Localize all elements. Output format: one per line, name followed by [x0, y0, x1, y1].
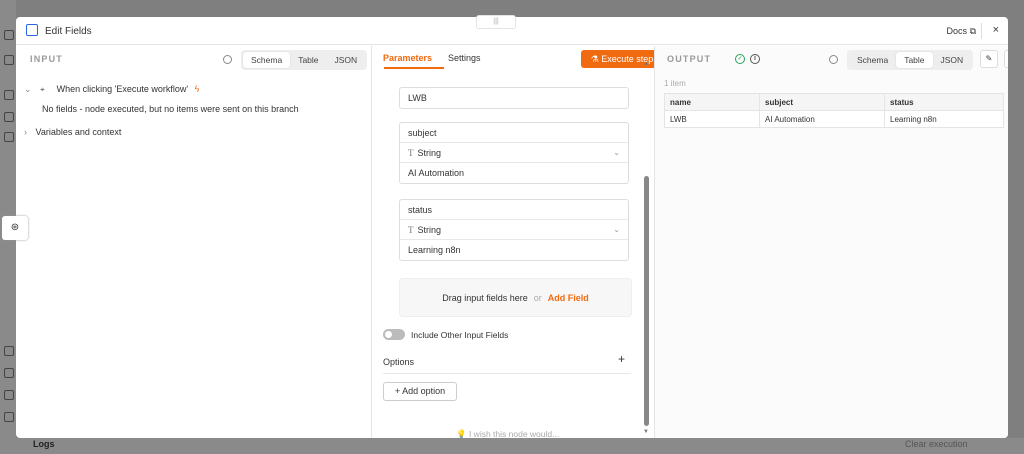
active-tab-underline	[384, 67, 444, 69]
type-text-icon: T	[408, 148, 414, 158]
scroll-up-arrow[interactable]: ▲	[643, 61, 649, 67]
output-tab-json[interactable]: JSON	[933, 52, 972, 68]
pin-data-button[interactable]: ⚲	[1004, 50, 1008, 68]
history-icon[interactable]	[4, 346, 14, 356]
field-subject: subject T String ⌄ AI Automation	[399, 122, 629, 184]
success-check-icon: ✓	[735, 54, 745, 64]
tab-parameters[interactable]: Parameters	[383, 53, 432, 63]
chevron-down-icon: ⌄	[613, 148, 620, 157]
options-label: Options	[383, 357, 415, 367]
output-view-switch: Schema Table JSON	[847, 50, 974, 70]
table-header-row: name subject status	[664, 93, 1004, 111]
add-options-plus-icon[interactable]: +	[618, 352, 625, 366]
edit-fields-modal: Edit Fields Docs ⧉ × INPUT Schema Table …	[16, 17, 1008, 438]
field-status: status T String ⌄ Learning n8n	[399, 199, 629, 261]
field-name-input[interactable]: subject	[400, 123, 628, 143]
field-lwb: LWB	[399, 87, 629, 109]
drop-fields-zone[interactable]: Drag input fields here or Add Field	[399, 278, 632, 317]
field-name-input[interactable]: LWB	[400, 88, 628, 108]
add-option-button[interactable]: + Add option	[383, 382, 457, 401]
input-view-switch: Schema Table JSON	[241, 50, 368, 70]
logs-label[interactable]: Logs	[33, 439, 55, 449]
feedback-link[interactable]: 💡 I wish this node would...	[456, 429, 559, 438]
output-tab-schema[interactable]: Schema	[849, 52, 896, 68]
variables-context-row[interactable]: › Variables and context	[24, 127, 121, 137]
insights-icon[interactable]	[4, 390, 14, 400]
header-divider	[981, 23, 982, 39]
trigger-node-row[interactable]: ⌄ ⌖ When clicking 'Execute workflow' ϟ	[24, 84, 199, 95]
execute-step-button[interactable]: ⚗ Execute step	[581, 50, 663, 68]
field-name-input[interactable]: status	[400, 200, 628, 220]
output-tab-table[interactable]: Table	[896, 52, 933, 68]
input-panel: INPUT Schema Table JSON ⌄ ⌖ When clickin…	[16, 46, 372, 438]
field-value-input[interactable]: Learning n8n	[400, 240, 628, 260]
table-cell: Learning n8n	[884, 110, 1004, 128]
column-header: subject	[759, 93, 885, 111]
column-header: name	[664, 93, 760, 111]
projects-icon[interactable]	[4, 55, 14, 65]
chevron-right-icon: ›	[24, 127, 27, 137]
node-creator-icon[interactable]: ⊛	[2, 216, 28, 240]
column-header: status	[884, 93, 1004, 111]
add-field-link[interactable]: Add Field	[548, 293, 589, 303]
field-type-select[interactable]: T String ⌄	[400, 220, 628, 240]
field-type-select[interactable]: T String ⌄	[400, 143, 628, 163]
item-count: 1 item	[664, 79, 686, 88]
output-panel: OUTPUT ✓ i Schema Table JSON ✎ ⚲ 1 item …	[654, 46, 1008, 438]
cursor-click-icon: ⌖	[40, 85, 45, 94]
output-label: OUTPUT	[667, 54, 712, 64]
tab-settings[interactable]: Settings	[448, 53, 481, 63]
input-tab-schema[interactable]: Schema	[243, 52, 291, 68]
search-icon[interactable]	[223, 55, 232, 64]
logs-bar	[0, 438, 1024, 454]
table-cell: LWB	[664, 110, 760, 128]
input-tab-table[interactable]: Table	[290, 52, 326, 68]
workflows-icon[interactable]	[4, 90, 14, 100]
options-divider	[383, 373, 631, 374]
bolt-icon: ϟ	[194, 84, 200, 94]
input-label: INPUT	[30, 54, 63, 64]
parameters-panel: Parameters Settings ⚗ Execute step LWB s…	[372, 46, 663, 438]
modal-title: Edit Fields	[45, 26, 92, 37]
scroll-down-arrow[interactable]: ▼	[643, 429, 649, 435]
edit-output-button[interactable]: ✎	[980, 50, 998, 68]
close-button[interactable]: ×	[993, 24, 999, 36]
home-icon[interactable]	[4, 112, 14, 122]
overview-icon[interactable]	[4, 30, 14, 40]
output-table: name subject status LWB AI Automation Le…	[664, 93, 1004, 128]
templates-icon[interactable]	[4, 368, 14, 378]
include-other-fields-toggle[interactable]	[383, 329, 405, 340]
search-icon[interactable]	[829, 55, 838, 64]
type-text-icon: T	[408, 225, 414, 235]
chevron-down-icon: ⌄	[24, 84, 32, 94]
info-icon[interactable]: i	[750, 54, 760, 64]
include-other-fields-label: Include Other Input Fields	[411, 330, 509, 340]
clear-execution-button[interactable]: Clear execution	[905, 439, 968, 449]
panel-drag-handle[interactable]: |||	[476, 15, 516, 29]
docs-link[interactable]: Docs ⧉	[947, 26, 976, 37]
input-tab-json[interactable]: JSON	[327, 52, 366, 68]
no-fields-message: No fields - node executed, but no items …	[42, 104, 299, 114]
chevron-down-icon: ⌄	[613, 225, 620, 234]
field-value-input[interactable]: AI Automation	[400, 163, 628, 183]
table-row: LWB AI Automation Learning n8n	[664, 110, 1004, 128]
params-scrollbar[interactable]	[644, 176, 649, 426]
edit-icon	[26, 24, 38, 36]
table-cell: AI Automation	[759, 110, 885, 128]
user-icon[interactable]	[4, 132, 14, 142]
help-icon[interactable]	[4, 412, 14, 422]
